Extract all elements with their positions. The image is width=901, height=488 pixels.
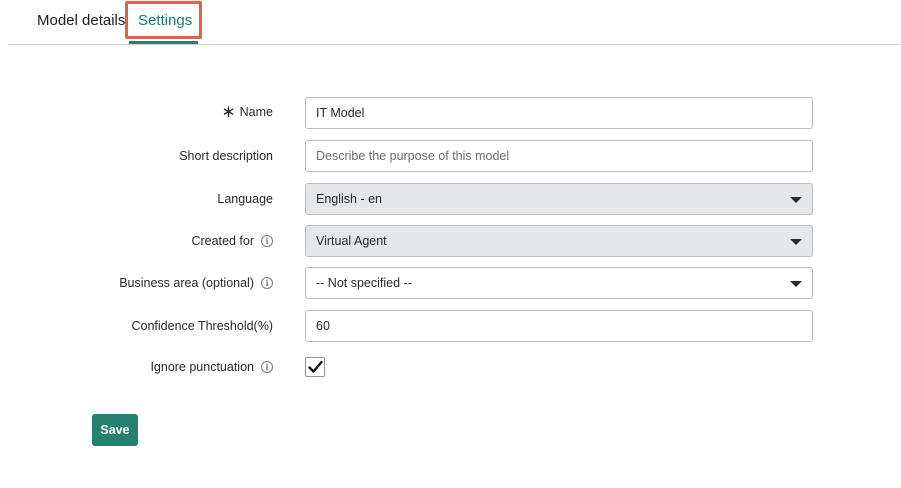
business-area-label: Business area (optional) i [119, 275, 273, 291]
confidence-threshold-label-text: Confidence Threshold(%) [131, 319, 273, 333]
language-select-value: English - en [316, 192, 383, 206]
name-label-text: Name [239, 105, 273, 119]
short-description-input[interactable]: Describe the purpose of this model [305, 140, 813, 172]
required-icon: ∗ [221, 102, 236, 121]
language-select[interactable]: English - en [305, 183, 813, 215]
info-icon[interactable]: i [261, 235, 273, 247]
business-area-select-value: -- Not specified -- [316, 276, 412, 290]
info-icon[interactable]: i [261, 277, 273, 289]
name-input[interactable]: IT Model [305, 97, 813, 129]
chevron-down-icon [790, 197, 802, 203]
chevron-down-icon [790, 239, 802, 245]
save-button[interactable]: Save [92, 414, 138, 446]
confidence-threshold-label: Confidence Threshold(%) [131, 318, 273, 334]
created-for-label: Created for i [191, 233, 273, 249]
info-icon[interactable]: i [261, 361, 273, 373]
language-label: Language [217, 191, 273, 207]
language-label-text: Language [217, 192, 273, 206]
tab-model-details[interactable]: Model details [37, 11, 125, 31]
business-area-label-text: Business area (optional) [119, 276, 254, 290]
ignore-punctuation-checkbox[interactable] [305, 357, 325, 377]
name-label: ∗ Name [221, 102, 273, 121]
checkmark-icon [308, 360, 323, 373]
created-for-select[interactable]: Virtual Agent [305, 225, 813, 257]
chevron-down-icon [790, 281, 802, 287]
created-for-label-text: Created for [191, 234, 254, 248]
confidence-threshold-input[interactable]: 60 [305, 310, 813, 342]
created-for-select-value: Virtual Agent [316, 234, 387, 248]
ignore-punctuation-label-text: Ignore punctuation [150, 360, 254, 374]
short-description-label-text: Short description [179, 149, 273, 163]
short-description-label: Short description [179, 148, 273, 164]
ignore-punctuation-label: Ignore punctuation i [150, 359, 273, 375]
tab-settings[interactable]: Settings [138, 11, 192, 31]
business-area-select[interactable]: -- Not specified -- [305, 267, 813, 299]
tab-bar: Model details Settings [0, 0, 901, 46]
tab-divider [8, 44, 900, 45]
